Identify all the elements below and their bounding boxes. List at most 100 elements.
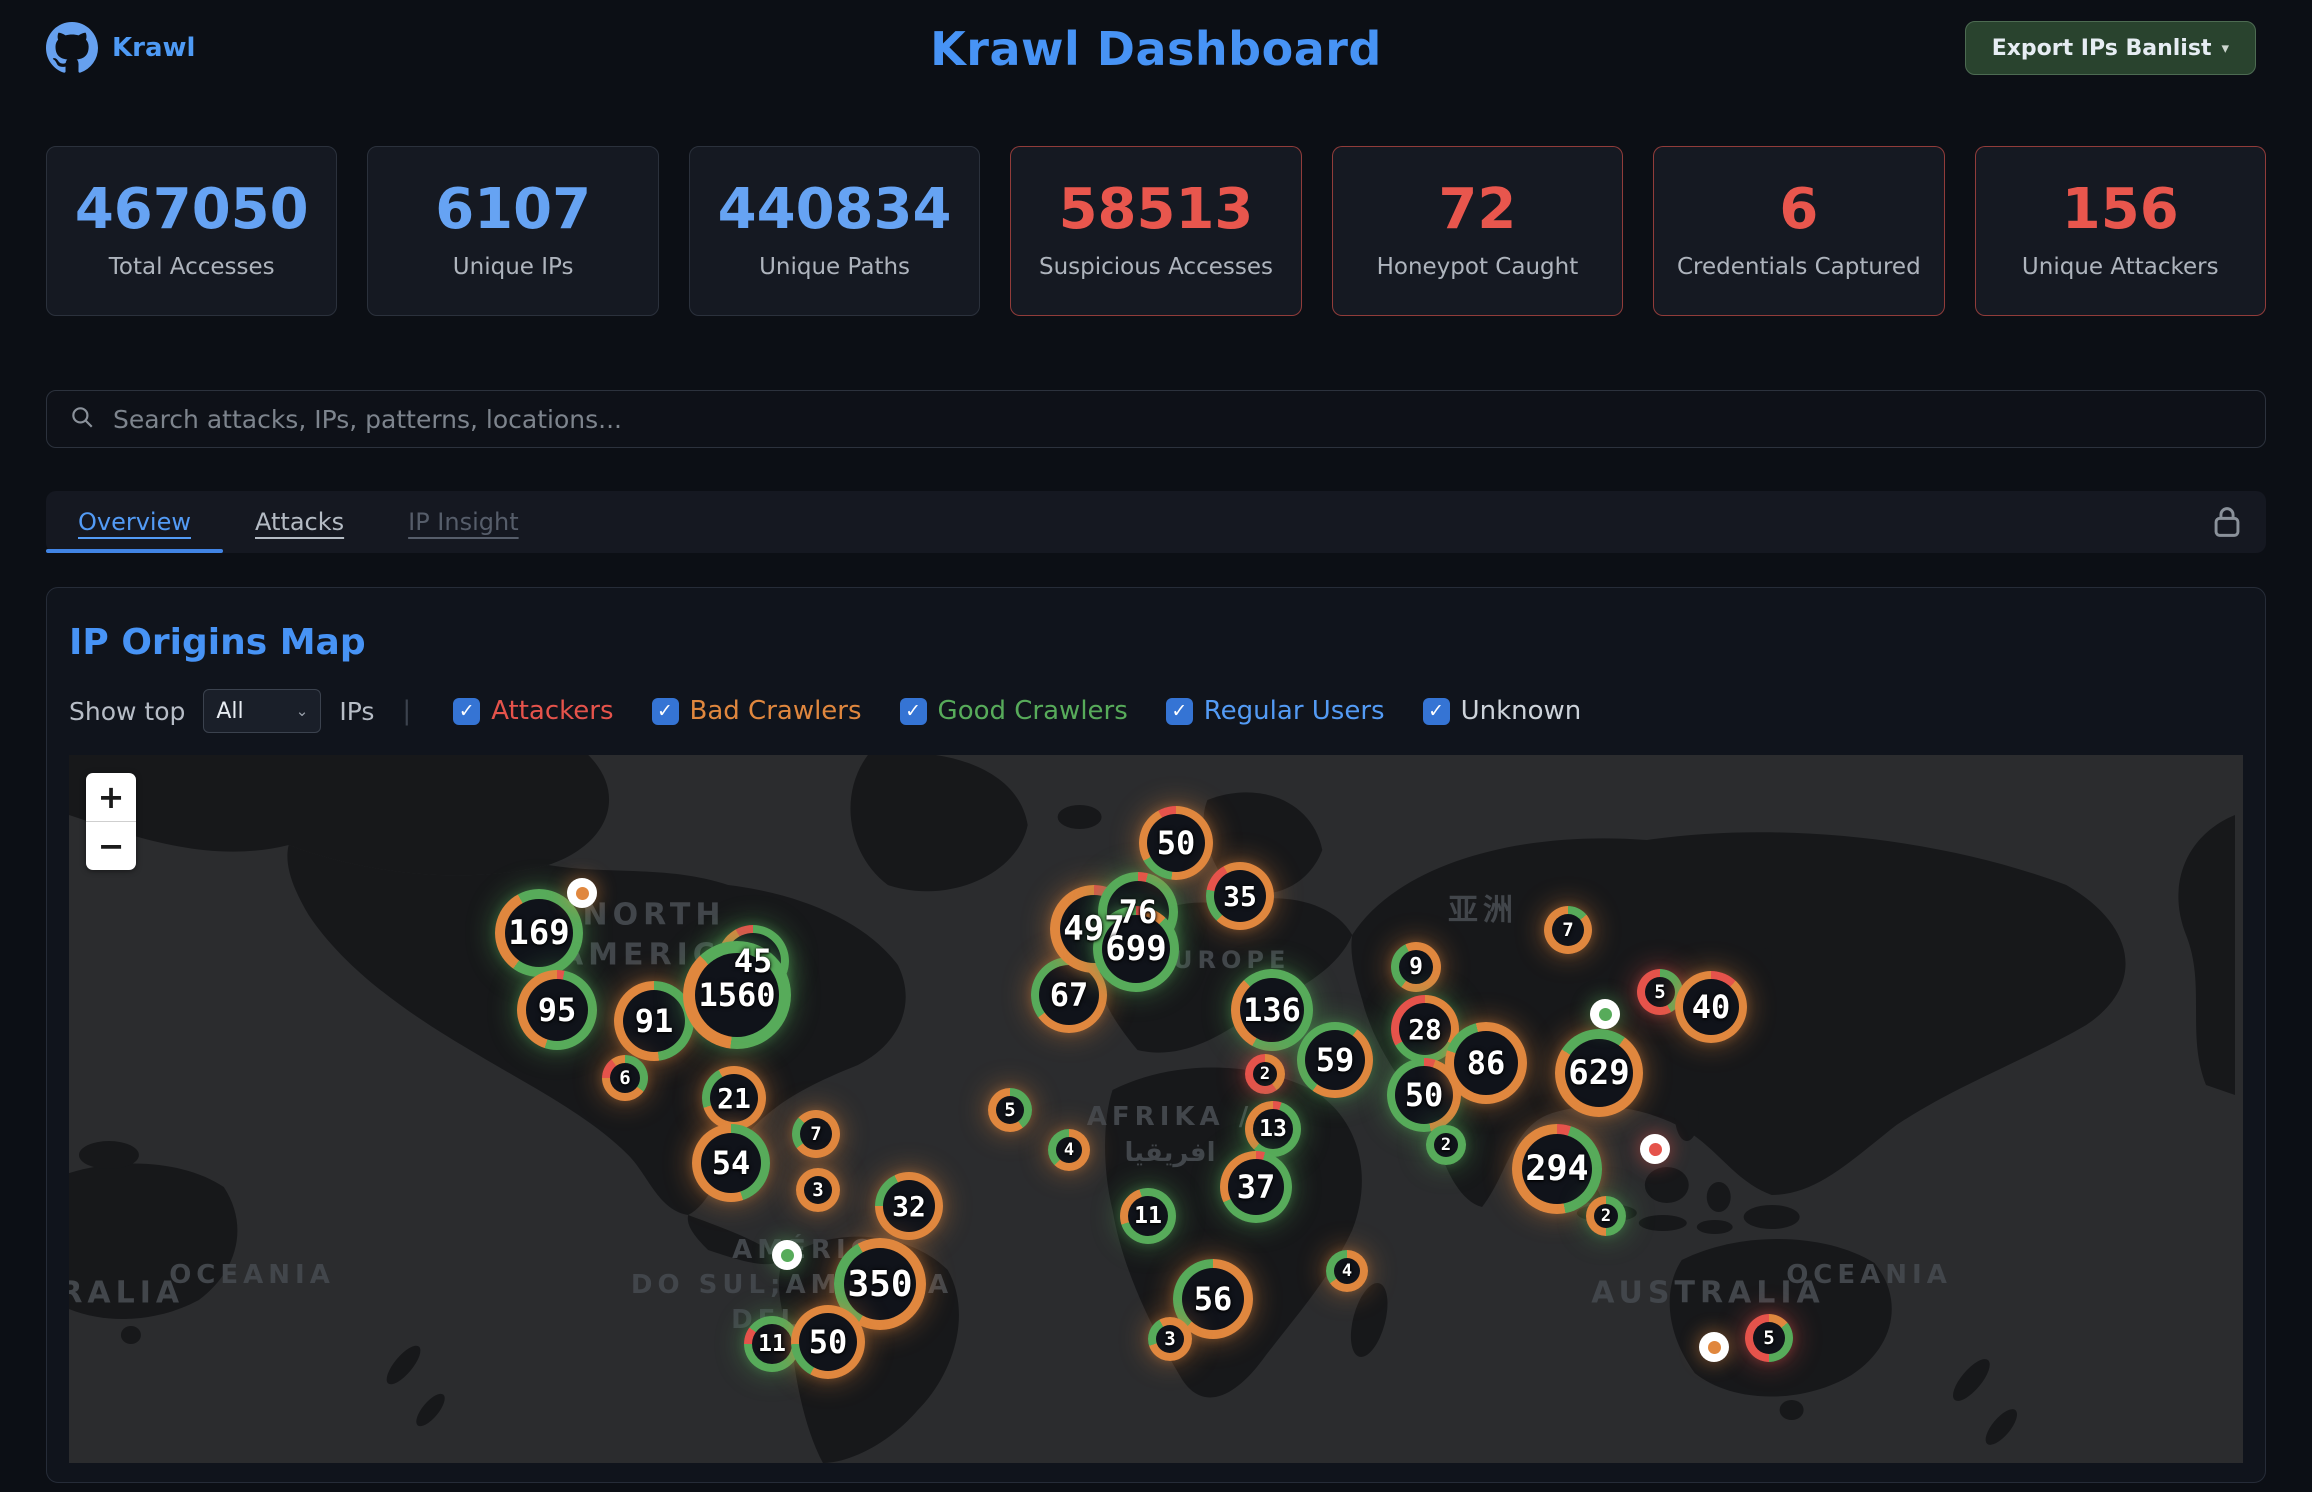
map-cluster-marker[interactable]: 5 <box>1745 1314 1793 1362</box>
map-cluster-marker[interactable]: 2 <box>1586 1196 1626 1236</box>
marker-count: 5 <box>1654 981 1665 1003</box>
search-bar <box>46 390 2266 448</box>
map-cluster-marker[interactable]: 40 <box>1675 971 1747 1043</box>
map-region-label: OCEANIA <box>1786 1260 1952 1290</box>
map-cluster-marker[interactable]: 6 <box>602 1055 648 1101</box>
map-region-label: TRALIA <box>69 1276 184 1311</box>
map-cluster-marker[interactable]: 54 <box>692 1124 770 1202</box>
stat-label: Credentials Captured <box>1677 254 1921 280</box>
stat-value: 58513 <box>1059 182 1254 238</box>
show-top-select[interactable]: All ⌄ <box>203 689 321 733</box>
checkbox-checked-icon[interactable]: ✓ <box>1166 698 1193 725</box>
map-cluster-marker[interactable]: 21 <box>702 1066 766 1130</box>
legend-item-bad-crawlers[interactable]: ✓Bad Crawlers <box>652 696 862 726</box>
map-cluster-marker[interactable]: 13 <box>1245 1101 1301 1157</box>
map-point-marker[interactable] <box>1640 1134 1670 1164</box>
search-icon <box>69 404 95 434</box>
stat-label: Honeypot Caught <box>1377 254 1579 280</box>
legend-label: Good Crawlers <box>938 696 1128 726</box>
stat-card: 6107Unique IPs <box>367 146 658 316</box>
map-point-marker[interactable] <box>772 1240 802 1270</box>
map-cluster-marker[interactable]: 35 <box>1206 862 1274 930</box>
marker-count: 169 <box>508 913 569 953</box>
map-cluster-marker[interactable]: 59 <box>1297 1022 1373 1098</box>
map-cluster-marker[interactable]: 2 <box>1426 1125 1466 1165</box>
map-cluster-marker[interactable]: 91 <box>614 981 694 1061</box>
stat-card: 156 Unique Attackers <box>1975 146 2266 316</box>
marker-count: 86 <box>1467 1044 1506 1082</box>
stat-label: Unique Attackers <box>2022 254 2219 280</box>
map-cluster-marker[interactable]: 629 <box>1555 1029 1643 1117</box>
stat-card: 72 Honeypot Caught <box>1332 146 1623 316</box>
map-zoom-control: + − <box>86 773 136 870</box>
marker-count: 3 <box>812 1179 823 1201</box>
map-point-marker[interactable] <box>1590 999 1620 1029</box>
checkbox-checked-icon[interactable]: ✓ <box>1423 698 1450 725</box>
map-region-label: AFRIKA / <box>1087 1102 1253 1132</box>
marker-count: 28 <box>1408 1013 1442 1046</box>
export-ips-banlist-button[interactable]: Export IPs Banlist ▾ <box>1965 21 2256 75</box>
map-cluster-marker[interactable]: 95 <box>517 970 597 1050</box>
point-marker-dot <box>1649 1143 1662 1156</box>
app-header: Krawl Krawl Dashboard Export IPs Banlist… <box>0 0 2312 94</box>
ip-origins-panel: IP Origins Map Show top All ⌄ IPs | ✓Att… <box>46 587 2266 1483</box>
map-point-marker[interactable] <box>567 878 597 908</box>
legend-item-attackers[interactable]: ✓Attackers <box>453 696 613 726</box>
stat-label: Suspicious Accesses <box>1039 254 1273 280</box>
map-cluster-marker[interactable]: 4 <box>1048 1129 1090 1171</box>
map-cluster-marker[interactable]: 9 <box>1391 942 1441 992</box>
stat-label: Total Accesses <box>109 254 275 280</box>
stat-value: 6107 <box>435 182 591 238</box>
marker-count: 67 <box>1050 976 1089 1014</box>
marker-count: 56 <box>1194 1280 1233 1318</box>
map-cluster-marker[interactable]: 2 <box>1245 1054 1285 1094</box>
map-cluster-marker[interactable]: 4 <box>1326 1250 1368 1292</box>
legend-item-regular-users[interactable]: ✓Regular Users <box>1166 696 1385 726</box>
search-input[interactable] <box>111 404 2243 435</box>
map-cluster-marker[interactable]: 11 <box>1120 1188 1176 1244</box>
marker-count: 3 <box>1164 1328 1175 1350</box>
map-cluster-marker[interactable]: 294 <box>1512 1124 1602 1214</box>
stat-value: 156 <box>2062 182 2179 238</box>
legend-label: Unknown <box>1461 696 1582 726</box>
zoom-out-button[interactable]: − <box>86 822 136 870</box>
map-region-label: NORTH <box>583 898 726 933</box>
marker-count: 37 <box>1237 1168 1276 1206</box>
marker-count: 9 <box>1409 954 1423 980</box>
tab-ip-insight[interactable]: IP Insight <box>376 491 551 553</box>
map-cluster-marker[interactable]: 136 <box>1231 969 1313 1051</box>
world-map[interactable]: + − NORTHAMERICAEUROPEAMÉRICADO SUL;AMÉR… <box>69 755 2243 1463</box>
point-marker-dot <box>1708 1341 1721 1354</box>
map-cluster-marker[interactable]: 86 <box>1445 1022 1527 1104</box>
map-cluster-marker[interactable]: 3 <box>1148 1317 1192 1361</box>
panel-title: IP Origins Map <box>69 622 2243 663</box>
legend-item-good-crawlers[interactable]: ✓ Good Crawlers <box>900 696 1128 726</box>
zoom-in-button[interactable]: + <box>86 773 136 821</box>
map-cluster-marker[interactable]: 7 <box>792 1110 840 1158</box>
map-cluster-marker[interactable]: 50 <box>1139 806 1213 880</box>
marker-count: 350 <box>847 1264 912 1305</box>
show-top-label: Show top <box>69 697 185 726</box>
marker-count: 40 <box>1692 988 1731 1026</box>
marker-count: 294 <box>1525 1149 1588 1189</box>
tab-attacks[interactable]: Attacks <box>223 491 376 553</box>
checkbox-checked-icon[interactable]: ✓ <box>453 698 480 725</box>
map-cluster-marker[interactable]: 3 <box>796 1168 840 1212</box>
map-point-marker[interactable] <box>1699 1332 1729 1362</box>
map-cluster-marker[interactable]: 7 <box>1544 906 1592 954</box>
map-region-label: 亚洲 <box>1448 885 1518 929</box>
lock-icon[interactable] <box>2212 505 2242 543</box>
checkbox-checked-icon[interactable]: ✓ <box>652 698 679 725</box>
marker-count: 50 <box>809 1323 848 1361</box>
checkbox-checked-icon[interactable]: ✓ <box>900 698 927 725</box>
point-marker-dot <box>576 887 589 900</box>
map-cluster-marker[interactable]: 50 <box>791 1305 865 1379</box>
map-cluster-marker[interactable]: 37 <box>1220 1151 1292 1223</box>
map-cluster-marker[interactable]: 5 <box>988 1088 1032 1132</box>
stat-card: 440834Unique Paths <box>689 146 980 316</box>
map-cluster-marker[interactable]: 32 <box>875 1172 943 1240</box>
tab-overview[interactable]: Overview <box>46 491 223 553</box>
legend-item-unknown[interactable]: ✓ Unknown <box>1423 696 1582 726</box>
stat-value: 72 <box>1438 182 1516 238</box>
marker-count: 699 <box>1105 929 1166 969</box>
